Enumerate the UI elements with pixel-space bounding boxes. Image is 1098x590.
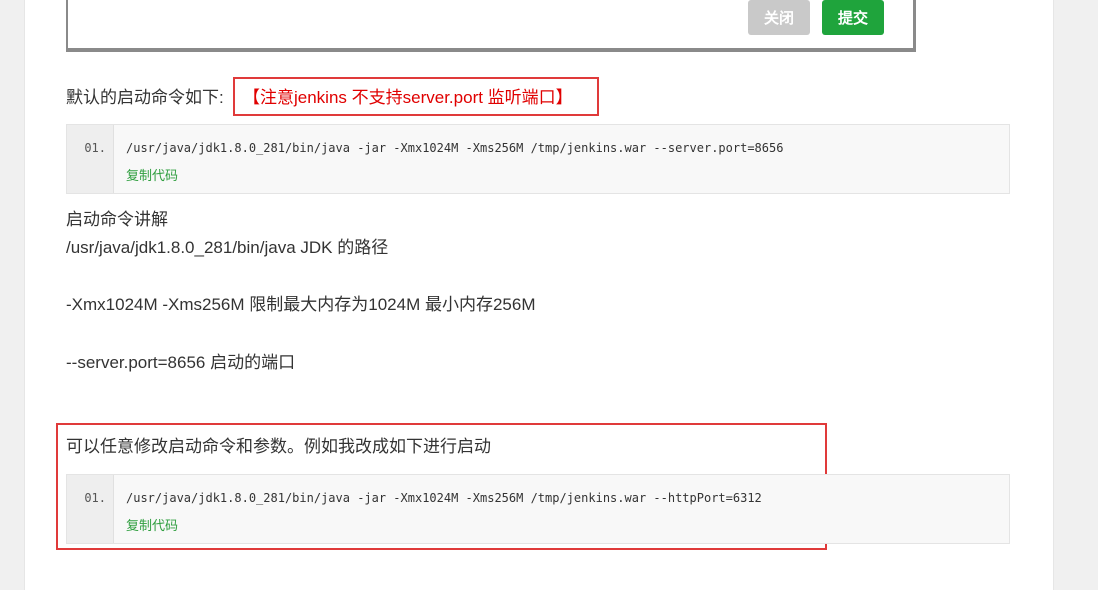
dialog-footer: 关闭 提交 <box>66 0 916 52</box>
code-line: /usr/java/jdk1.8.0_281/bin/java -jar -Xm… <box>126 491 762 505</box>
intro-label: 默认的启动命令如下: <box>66 88 224 107</box>
close-button[interactable]: 关闭 <box>748 0 810 35</box>
notice-text: 【注意jenkins 不支持server.port 监听端口】 <box>243 88 573 107</box>
code-gutter: 01. <box>67 125 114 193</box>
submit-button[interactable]: 提交 <box>822 0 884 35</box>
code-block-2: 01. /usr/java/jdk1.8.0_281/bin/java -jar… <box>66 474 1010 544</box>
line-number: 01. <box>84 141 106 155</box>
copy-code-link[interactable]: 复制代码 <box>126 165 178 184</box>
line-number: 01. <box>84 491 106 505</box>
intro-text: 默认的启动命令如下: <box>66 87 224 109</box>
explain-line-port: --server.port=8656 启动的端口 <box>66 353 296 372</box>
explain-heading: 启动命令讲解 <box>66 210 168 229</box>
modify-text: 可以任意修改启动命令和参数。例如我改成如下进行启动 <box>66 437 491 456</box>
code-line: /usr/java/jdk1.8.0_281/bin/java -jar -Xm… <box>126 141 784 155</box>
code-gutter: 01. <box>67 475 114 543</box>
code-block-1: 01. /usr/java/jdk1.8.0_281/bin/java -jar… <box>66 124 1010 194</box>
copy-code-link[interactable]: 复制代码 <box>126 515 178 534</box>
explain-line-java-path: /usr/java/jdk1.8.0_281/bin/java JDK 的路径 <box>66 238 389 257</box>
explain-line-memory: -Xmx1024M -Xms256M 限制最大内存为1024M 最小内存256M <box>66 295 536 314</box>
